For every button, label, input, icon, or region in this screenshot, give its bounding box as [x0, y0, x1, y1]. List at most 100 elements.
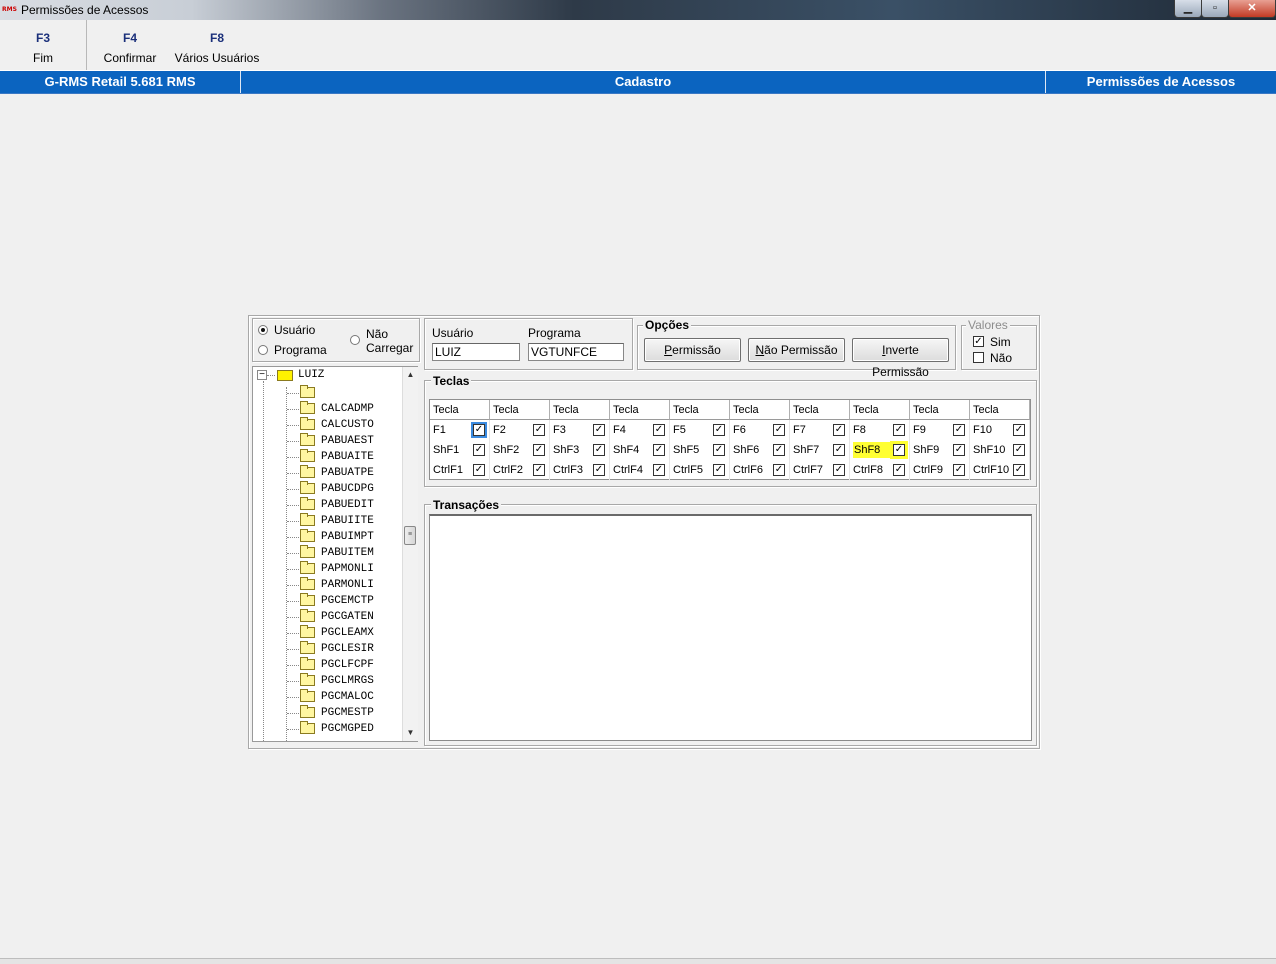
tree-item[interactable]: PAPMONLI: [253, 561, 405, 577]
tree-item[interactable]: PABUAEST: [253, 433, 405, 449]
tree-item-label: PGCMESTP: [321, 707, 374, 719]
programa-field[interactable]: VGTUNFCE: [528, 343, 624, 361]
key-permission-checkbox[interactable]: ✓: [533, 424, 545, 436]
fkey-f4-confirmar[interactable]: F4 Confirmar: [87, 20, 173, 70]
tree-item[interactable]: PGCLEAMX: [253, 625, 405, 641]
key-label: CtrlF5: [673, 464, 703, 476]
tree-item[interactable]: PABUCDPG: [253, 481, 405, 497]
key-permission-checkbox[interactable]: ✓: [533, 464, 545, 476]
key-permission-checkbox[interactable]: ✓: [953, 424, 965, 436]
tree-item[interactable]: PGCLFCPF: [253, 657, 405, 673]
key-label: CtrlF2: [493, 464, 523, 476]
key-permission-checkbox[interactable]: ✓: [833, 424, 845, 436]
radio-nao-carregar[interactable]: [350, 335, 360, 345]
maximize-button[interactable]: ▫: [1201, 0, 1229, 18]
tree-item[interactable]: PGCLMRGS: [253, 673, 405, 689]
key-permission-checkbox[interactable]: ✓: [893, 424, 905, 436]
teclas-grid: Tecla Tecla Tecla Tecla Tecla Tecla Tecla Tecla…: [429, 399, 1031, 480]
key-permission-checkbox[interactable]: ✓: [473, 464, 485, 476]
tree-item[interactable]: PGCMESTP: [253, 705, 405, 721]
key-permission-checkbox[interactable]: ✓: [833, 444, 845, 456]
tree-item[interactable]: PGCMGPED: [253, 721, 405, 737]
key-permission-checkbox[interactable]: ✓: [593, 464, 605, 476]
key-permission-checkbox[interactable]: ✓: [533, 444, 545, 456]
grid-column-header: Tecla: [430, 400, 490, 420]
key-permission-checkbox[interactable]: ✓: [953, 444, 965, 456]
key-permission-checkbox[interactable]: ✓: [471, 422, 487, 438]
key-cell: F8 ✓: [850, 420, 910, 440]
key-label: CtrlF4: [613, 464, 643, 476]
tree-item[interactable]: PARMONLI: [253, 577, 405, 593]
tree-scrollbar[interactable]: ▲ ≡ ▼: [402, 367, 418, 741]
transacoes-list[interactable]: [429, 514, 1032, 741]
tree-item[interactable]: PGCMALOC: [253, 689, 405, 705]
tree-item[interactable]: PABUATPE: [253, 465, 405, 481]
minimize-button[interactable]: ▁: [1174, 0, 1202, 18]
tree-collapse-icon[interactable]: −: [257, 370, 267, 380]
program-tree[interactable]: − LUIZ CALCADMP CALCUSTO PABUAEST PABUAITE P…: [252, 366, 418, 742]
key-label: F4: [613, 424, 626, 436]
key-permission-checkbox[interactable]: ✓: [653, 444, 665, 456]
fkey-f8-varios-usuarios[interactable]: F8 Vários Usuários: [172, 20, 262, 70]
key-permission-checkbox[interactable]: ✓: [653, 464, 665, 476]
key-permission-checkbox[interactable]: ✓: [1013, 444, 1025, 456]
key-permission-checkbox[interactable]: ✓: [773, 424, 785, 436]
key-label: CtrlF8: [853, 464, 883, 476]
opcoes-legend: Opções: [643, 318, 692, 332]
tree-item[interactable]: [253, 385, 405, 401]
tree-item[interactable]: CALCUSTO: [253, 417, 405, 433]
usuario-field[interactable]: LUIZ: [432, 343, 520, 361]
key-permission-checkbox[interactable]: ✓: [773, 464, 785, 476]
tree-item[interactable]: CALCADMP: [253, 401, 405, 417]
permissao-button[interactable]: Permissão: [644, 338, 741, 362]
key-cell: F10 ✓: [970, 420, 1030, 440]
scroll-down-icon[interactable]: ▼: [403, 725, 418, 740]
valores-sim-checkbox[interactable]: ✓: [973, 336, 984, 347]
scroll-thumb[interactable]: ≡: [404, 526, 416, 545]
folder-icon: [300, 545, 315, 558]
fkey-f3-fim[interactable]: F3 Fim: [0, 20, 87, 70]
key-permission-checkbox[interactable]: ✓: [593, 444, 605, 456]
radio-usuario[interactable]: [258, 325, 268, 335]
tree-guide: [287, 505, 299, 506]
valores-nao-checkbox[interactable]: [973, 352, 984, 363]
key-permission-checkbox[interactable]: ✓: [593, 424, 605, 436]
tree-item[interactable]: PGCLESIR: [253, 641, 405, 657]
key-permission-checkbox[interactable]: ✓: [473, 444, 485, 456]
tree-item[interactable]: PABUIMPT: [253, 529, 405, 545]
scroll-up-icon[interactable]: ▲: [403, 367, 418, 382]
key-permission-checkbox[interactable]: ✓: [833, 464, 845, 476]
key-permission-checkbox[interactable]: ✓: [1013, 424, 1025, 436]
check-icon: ✓: [534, 424, 544, 435]
folder-icon: [300, 401, 315, 414]
tree-root-label[interactable]: LUIZ: [298, 369, 324, 381]
key-permission-checkbox[interactable]: ✓: [893, 444, 905, 456]
radio-programa[interactable]: [258, 345, 268, 355]
tree-item[interactable]: PABUIITE: [253, 513, 405, 529]
key-permission-checkbox[interactable]: ✓: [653, 424, 665, 436]
tree-item[interactable]: PGCGATEN: [253, 609, 405, 625]
tree-item-label: PABUIITE: [321, 515, 374, 527]
grid-column-header: Tecla: [850, 400, 910, 420]
tree-item[interactable]: PABUEDIT: [253, 497, 405, 513]
key-permission-checkbox[interactable]: ✓: [893, 464, 905, 476]
folder-icon: [300, 465, 315, 478]
close-button[interactable]: ✕: [1228, 0, 1276, 18]
key-label: CtrlF6: [733, 464, 763, 476]
header-module: Cadastro: [241, 71, 1046, 93]
key-permission-checkbox[interactable]: ✓: [773, 444, 785, 456]
tree-item[interactable]: PABUITEM: [253, 545, 405, 561]
tree-guide: [287, 665, 299, 666]
nao-permissao-button[interactable]: Não Permissão: [748, 338, 845, 362]
key-permission-checkbox[interactable]: ✓: [713, 444, 725, 456]
tree-item[interactable]: PABUAITE: [253, 449, 405, 465]
key-permission-checkbox[interactable]: ✓: [713, 424, 725, 436]
key-permission-checkbox[interactable]: ✓: [953, 464, 965, 476]
key-permission-checkbox[interactable]: ✓: [713, 464, 725, 476]
tree-item-label: PAPMONLI: [321, 563, 374, 575]
check-icon: ✓: [894, 424, 904, 435]
key-permission-checkbox[interactable]: ✓: [1013, 464, 1025, 476]
tree-item[interactable]: PGCEMCTP: [253, 593, 405, 609]
inverte-permissao-button[interactable]: Inverte Permissão: [852, 338, 949, 379]
key-cell: CtrlF8 ✓: [850, 460, 910, 480]
